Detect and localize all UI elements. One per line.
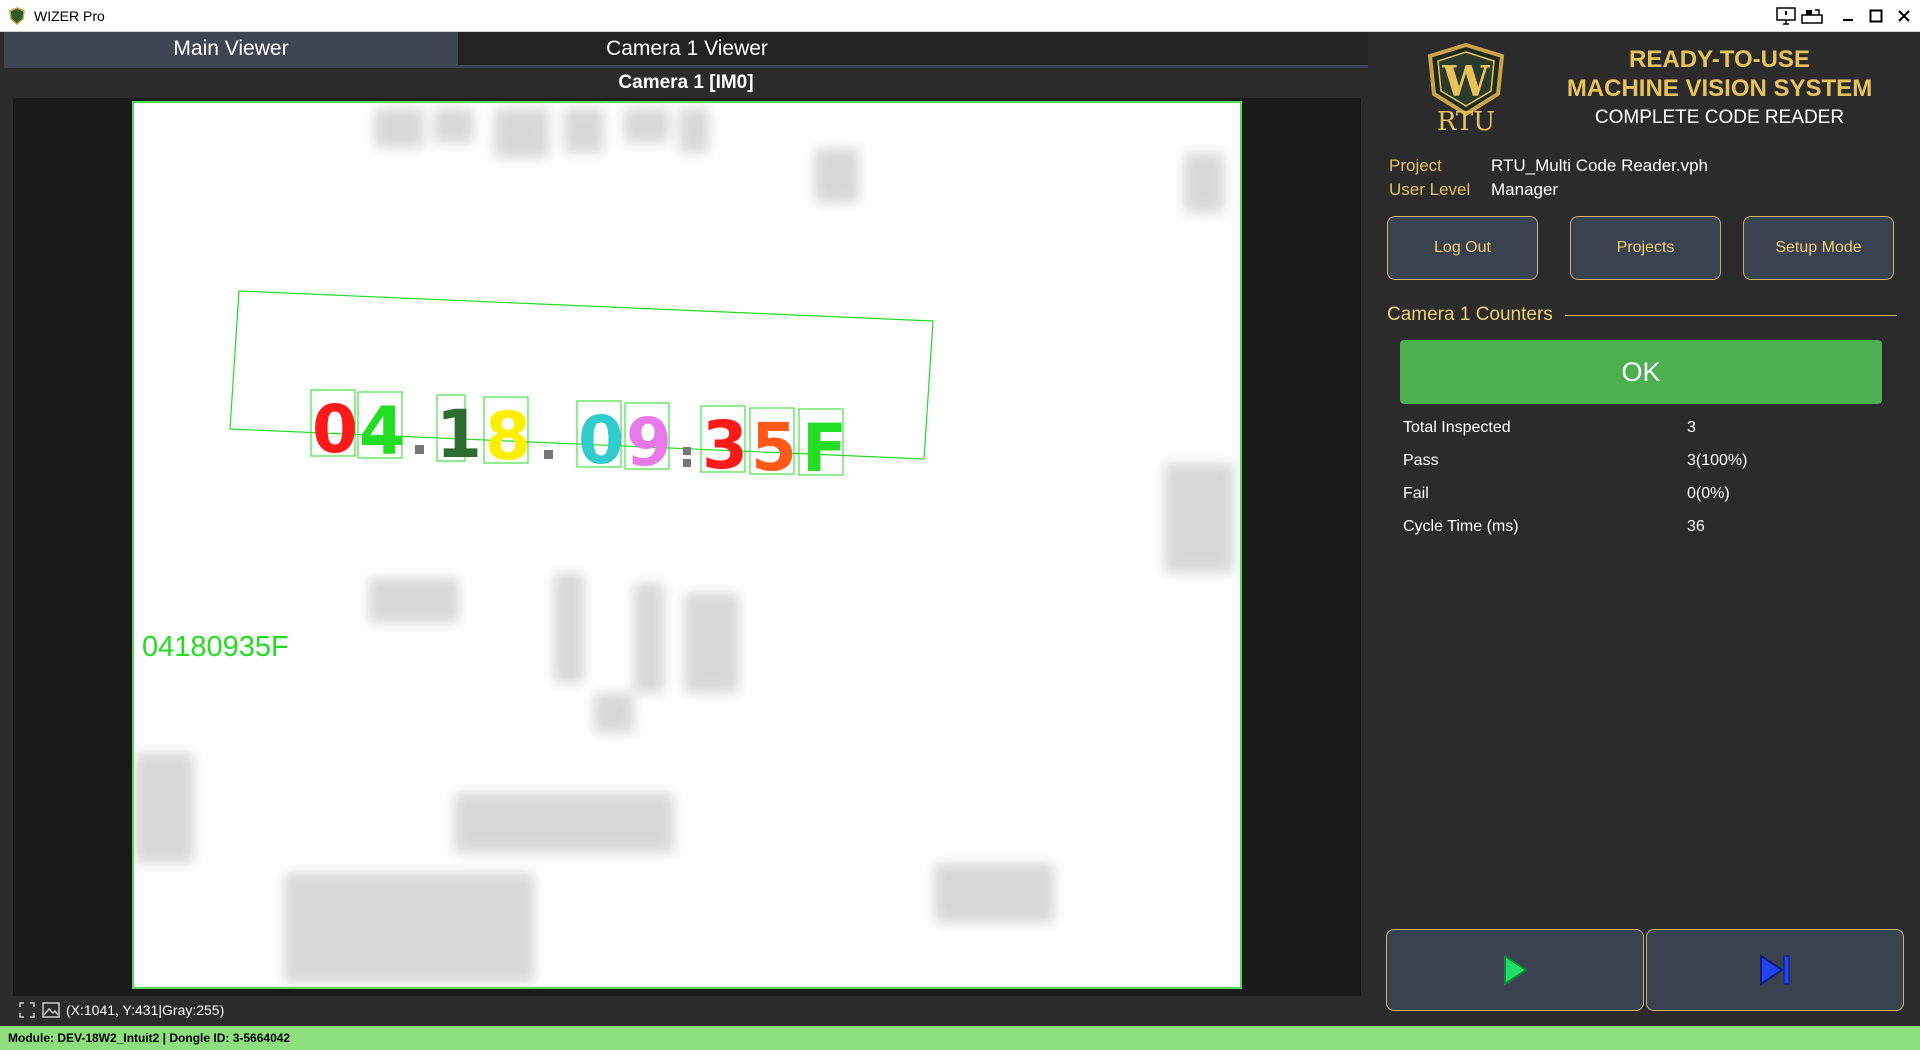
counters-divider bbox=[1564, 314, 1897, 316]
maximize-icon[interactable] bbox=[1864, 4, 1888, 28]
project-value: RTU_Multi Code Reader.vph bbox=[1491, 156, 1709, 175]
right-panel: W RTU READY-TO-USE MACHINE VISION SYSTEM… bbox=[1372, 32, 1920, 1026]
counter-label: Fail bbox=[1403, 485, 1429, 502]
background-smudges bbox=[134, 108, 1234, 983]
counter-label: Total Inspected bbox=[1403, 419, 1511, 436]
char-4: 0 bbox=[578, 402, 624, 479]
counters-header: Camera 1 Counters bbox=[1387, 303, 1897, 327]
brand-subtitle: COMPLETE CODE READER bbox=[1594, 107, 1845, 128]
char-6: 3 bbox=[702, 407, 748, 484]
close-icon[interactable] bbox=[1892, 4, 1916, 28]
tab-main-viewer[interactable]: Main Viewer bbox=[4, 32, 458, 66]
viewer-tabs: Main Viewer Camera 1 Viewer bbox=[4, 32, 1368, 68]
project-label: Project bbox=[1389, 156, 1442, 175]
svg-text:RTU: RTU bbox=[1437, 107, 1495, 132]
counter-value: 3(100%) bbox=[1687, 452, 1748, 469]
user-level-label: User Level bbox=[1389, 180, 1471, 199]
tab-camera-1-viewer[interactable]: Camera 1 Viewer bbox=[458, 32, 916, 66]
brand-line-1: READY-TO-USE bbox=[1629, 46, 1810, 73]
brand-line-2: MACHINE VISION SYSTEM bbox=[1566, 75, 1873, 102]
counter-value: 36 bbox=[1687, 518, 1705, 535]
status-bar: Module: DEV-18W2_Intuit2 | Dongle ID: 3-… bbox=[0, 1026, 1920, 1050]
counter-label: Pass bbox=[1403, 452, 1439, 469]
counter-row: Cycle Time (ms) 36 bbox=[1403, 518, 1883, 536]
run-button[interactable] bbox=[1386, 929, 1644, 1011]
step-button[interactable] bbox=[1646, 929, 1904, 1011]
play-icon bbox=[1504, 954, 1528, 986]
fit-view-icon[interactable] bbox=[18, 1001, 36, 1019]
user-level-row: User Level Manager bbox=[1389, 180, 1558, 200]
counter-value: 0(0%) bbox=[1687, 485, 1730, 502]
camera-image[interactable]: 0 4 1 8 0 9 3 5 F 04180935F bbox=[132, 101, 1242, 989]
app-window: WIZER Pro Main Viewer Camera 1 Viewer Ca… bbox=[0, 0, 1920, 1050]
counters-title: Camera 1 Counters bbox=[1387, 304, 1553, 325]
rtu-logo: W RTU bbox=[1424, 42, 1508, 137]
title-bar: WIZER Pro bbox=[0, 0, 1920, 32]
image-viewer[interactable]: 0 4 1 8 0 9 3 5 F 04180935F bbox=[13, 98, 1361, 996]
coordinate-bar: (X:1041, Y:431|Gray:255) bbox=[18, 999, 224, 1021]
char-1: 4 bbox=[359, 393, 405, 470]
log-out-button[interactable]: Log Out bbox=[1387, 216, 1538, 280]
counter-label: Cycle Time (ms) bbox=[1403, 518, 1519, 535]
window-title: WIZER Pro bbox=[34, 8, 105, 24]
step-forward-icon bbox=[1760, 954, 1790, 986]
char-7: 5 bbox=[751, 409, 797, 486]
char-0: 0 bbox=[312, 391, 358, 468]
image-icon[interactable] bbox=[42, 1001, 60, 1019]
app-icon bbox=[8, 7, 26, 25]
counter-row: Pass 3(100%) bbox=[1403, 452, 1883, 470]
user-level-value: Manager bbox=[1491, 180, 1559, 199]
decoded-characters: 0 4 1 8 0 9 3 5 F bbox=[312, 391, 847, 487]
counter-value: 3 bbox=[1687, 419, 1696, 436]
image-overlay: 0 4 1 8 0 9 3 5 F bbox=[134, 108, 1234, 983]
char-8: F bbox=[802, 410, 847, 487]
project-row: Project RTU_Multi Code Reader.vph bbox=[1389, 156, 1708, 176]
char-5: 9 bbox=[626, 404, 672, 481]
projects-button[interactable]: Projects bbox=[1570, 216, 1721, 280]
inspection-status: OK bbox=[1400, 340, 1882, 404]
counter-row: Fail 0(0%) bbox=[1403, 485, 1883, 503]
char-2: 1 bbox=[436, 396, 482, 473]
minimize-icon[interactable] bbox=[1836, 4, 1860, 28]
monitor-icon[interactable] bbox=[1774, 4, 1798, 28]
decoded-result-text: 04180935F bbox=[142, 631, 289, 663]
svg-text:W: W bbox=[1441, 57, 1490, 106]
counter-row: Total Inspected 3 bbox=[1403, 419, 1883, 437]
char-3: 8 bbox=[485, 398, 531, 475]
hardware-icon[interactable] bbox=[1800, 4, 1824, 28]
viewer-caption: Camera 1 [IM0] bbox=[618, 72, 754, 93]
coordinate-readout: (X:1041, Y:431|Gray:255) bbox=[66, 1002, 225, 1018]
setup-mode-button[interactable]: Setup Mode bbox=[1743, 216, 1894, 280]
